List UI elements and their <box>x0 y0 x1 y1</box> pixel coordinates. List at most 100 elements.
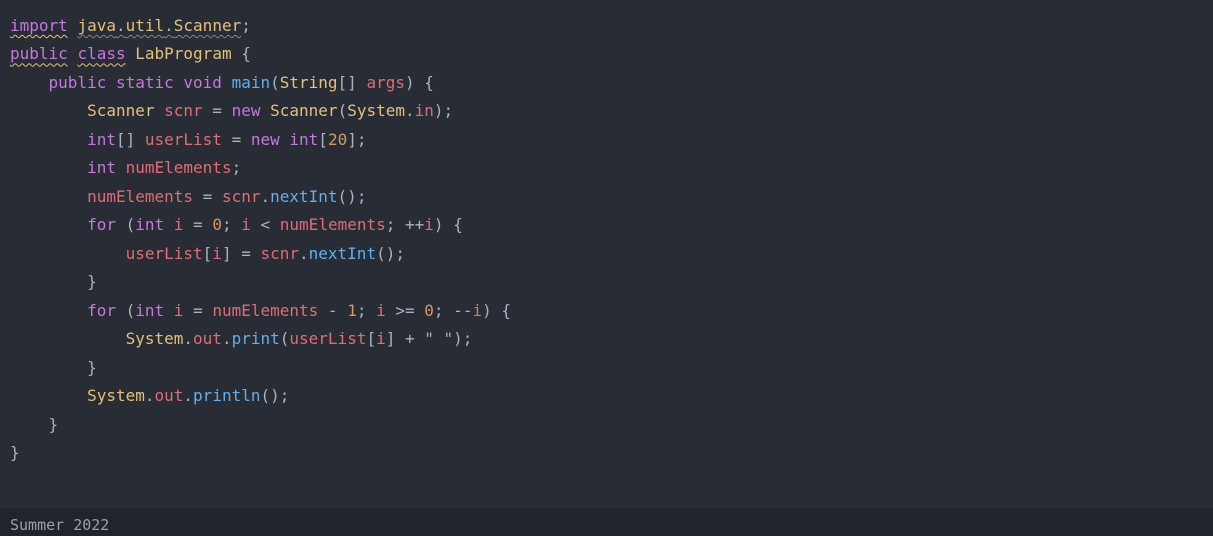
code-line[interactable]: } <box>10 411 1203 439</box>
code-token: } <box>49 415 59 434</box>
code-line[interactable]: System.out.print(userList[i] + " "); <box>10 325 1203 353</box>
code-token: Scanner <box>87 101 154 120</box>
code-token: numElements <box>280 215 386 234</box>
code-token: println <box>193 386 260 405</box>
code-token: . <box>405 101 415 120</box>
code-token: String <box>280 73 338 92</box>
code-line[interactable]: int[] userList = new int[20]; <box>10 126 1203 154</box>
code-token: ] = <box>222 244 261 263</box>
code-token: " " <box>424 329 453 348</box>
code-editor[interactable]: import java.util.Scanner;public class La… <box>0 0 1213 478</box>
status-bar: Summer 2022 <box>0 508 1213 536</box>
code-token <box>280 130 290 149</box>
code-line[interactable]: Scanner scnr = new Scanner(System.in); <box>10 97 1203 125</box>
code-token: java <box>77 16 116 35</box>
code-token: Scanner <box>270 101 337 120</box>
code-token: . <box>116 16 126 35</box>
code-token <box>164 215 174 234</box>
code-token: userList <box>145 130 222 149</box>
status-left-text: Summer 2022 <box>10 516 109 534</box>
code-token: LabProgram <box>135 44 231 63</box>
code-token: i <box>424 215 434 234</box>
code-token: (); <box>376 244 405 263</box>
code-token: args <box>366 73 405 92</box>
code-line[interactable]: int numElements; <box>10 154 1203 182</box>
code-token: in <box>415 101 434 120</box>
code-token: System <box>87 386 145 405</box>
code-token: . <box>164 16 174 35</box>
code-token <box>126 44 136 63</box>
code-token: 0 <box>212 215 222 234</box>
code-token: new <box>251 130 280 149</box>
code-token: [ <box>366 329 376 348</box>
code-token: [ <box>203 244 213 263</box>
code-token: [ <box>318 130 328 149</box>
code-token: numElements <box>87 187 193 206</box>
code-token: for <box>87 215 116 234</box>
code-token <box>164 301 174 320</box>
code-token: scnr <box>260 244 299 263</box>
code-token: = <box>183 215 212 234</box>
code-line[interactable]: public class LabProgram { <box>10 40 1203 68</box>
code-token: public <box>49 73 107 92</box>
code-token: nextInt <box>309 244 376 263</box>
code-token: } <box>87 272 97 291</box>
code-token: System <box>126 329 184 348</box>
code-token <box>174 73 184 92</box>
code-token: = <box>193 187 222 206</box>
code-token: 0 <box>424 301 434 320</box>
code-token: . <box>183 329 193 348</box>
code-token <box>106 73 116 92</box>
code-token: ) { <box>482 301 511 320</box>
code-token: numElements <box>212 301 318 320</box>
code-token: = <box>183 301 212 320</box>
code-token: . <box>145 386 155 405</box>
code-line[interactable]: public static void main(String[] args) { <box>10 69 1203 97</box>
code-token: ); <box>434 101 453 120</box>
code-token: userList <box>289 329 366 348</box>
code-token: int <box>289 130 318 149</box>
code-token: System <box>347 101 405 120</box>
code-token: ( <box>280 329 290 348</box>
code-token: import <box>10 16 68 35</box>
code-token: ( <box>116 215 135 234</box>
code-token: for <box>87 301 116 320</box>
code-token: - <box>318 301 347 320</box>
code-line[interactable]: System.out.println(); <box>10 382 1203 410</box>
code-token: ); <box>453 329 472 348</box>
code-token: . <box>222 329 232 348</box>
code-line[interactable]: for (int i = numElements - 1; i >= 0; --… <box>10 297 1203 325</box>
code-token: ]; <box>347 130 366 149</box>
code-token: 1 <box>347 301 357 320</box>
code-token: 20 <box>328 130 347 149</box>
code-token: ( <box>116 301 135 320</box>
code-token: [] <box>338 73 367 92</box>
code-line[interactable]: import java.util.Scanner; <box>10 12 1203 40</box>
code-token: int <box>87 158 116 177</box>
code-token: ) { <box>434 215 463 234</box>
code-token: public <box>10 44 68 63</box>
code-token: nextInt <box>270 187 337 206</box>
code-token: [] <box>116 130 145 149</box>
code-line[interactable]: numElements = scnr.nextInt(); <box>10 183 1203 211</box>
code-token: i <box>212 244 222 263</box>
code-token: >= <box>386 301 425 320</box>
code-token: static <box>116 73 174 92</box>
code-line[interactable]: } <box>10 268 1203 296</box>
code-token: . <box>183 386 193 405</box>
code-token: scnr <box>222 187 261 206</box>
code-token: userList <box>126 244 203 263</box>
code-token: . <box>260 187 270 206</box>
code-token: ( <box>338 101 348 120</box>
code-token: numElements <box>126 158 232 177</box>
code-line[interactable]: } <box>10 354 1203 382</box>
code-token <box>68 44 78 63</box>
code-token: Scanner <box>174 16 241 35</box>
code-token: ; <box>357 301 376 320</box>
code-token: ; <box>232 158 242 177</box>
code-line[interactable]: userList[i] = scnr.nextInt(); <box>10 240 1203 268</box>
code-token <box>155 101 165 120</box>
code-line[interactable]: } <box>10 439 1203 467</box>
code-token: ) { <box>405 73 434 92</box>
code-line[interactable]: for (int i = 0; i < numElements; ++i) { <box>10 211 1203 239</box>
